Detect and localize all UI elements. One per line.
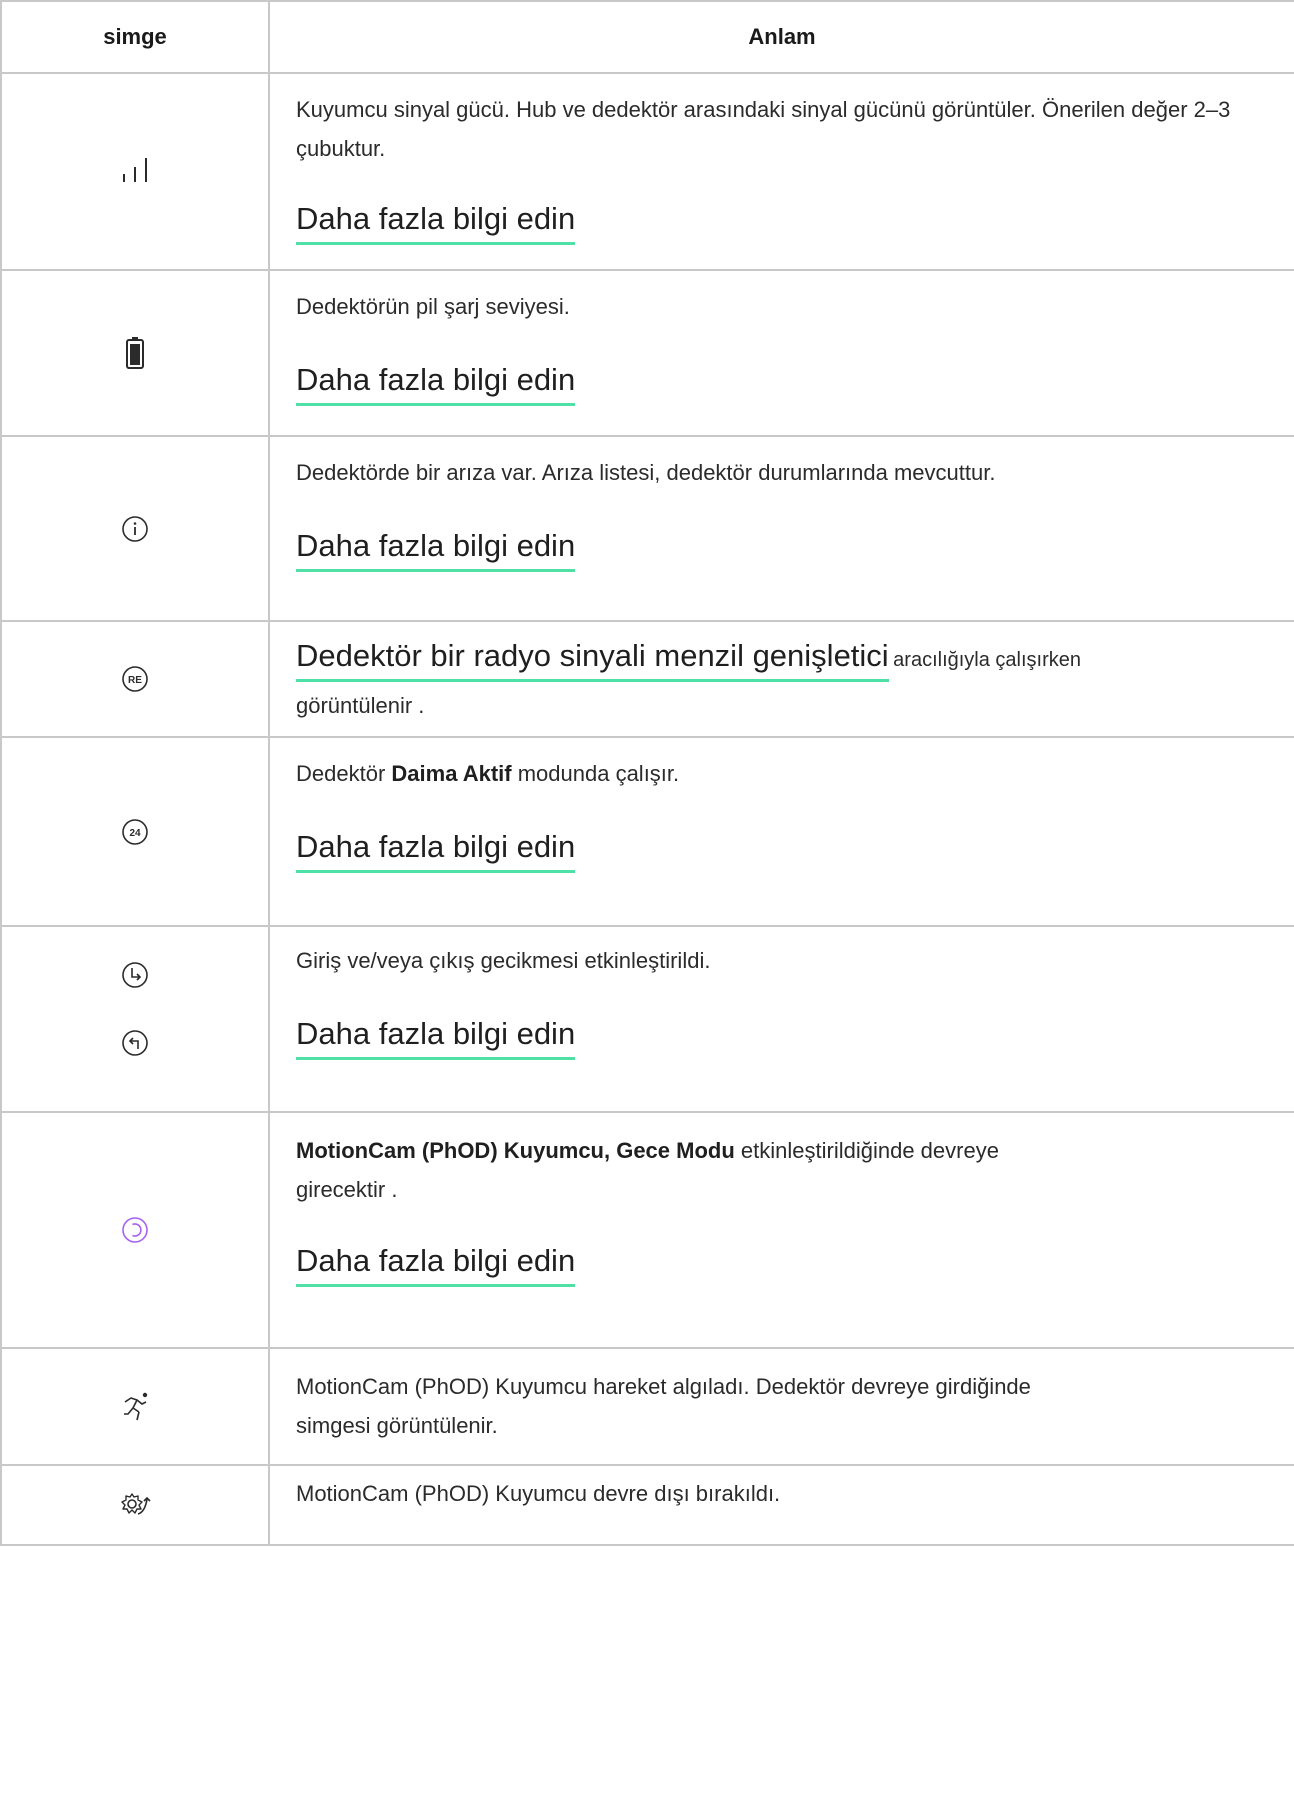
description: Dedektörün pil şarj seviyesi. bbox=[296, 294, 570, 319]
table-row: MotionCam (PhOD) Kuyumcu, Gece Modu etki… bbox=[0, 1111, 1294, 1349]
icon-cell: RE bbox=[0, 620, 270, 738]
night-mode-icon bbox=[120, 1215, 150, 1245]
meaning-cell: Dedektörde bir arıza var. Arıza listesi,… bbox=[268, 435, 1294, 622]
meaning-cell: Giriş ve/veya çıkış gecikmesi etkinleşti… bbox=[268, 925, 1294, 1113]
mode-name: MotionCam (PhOD) Kuyumcu, Gece Modu bbox=[296, 1138, 735, 1163]
entry-delay-icon bbox=[120, 960, 150, 990]
meaning-cell: Dedektör Daima Aktif modunda çalışır. Da… bbox=[268, 736, 1294, 927]
range-extender-link[interactable]: Dedektör bir radyo sinyali menzil genişl… bbox=[296, 634, 889, 682]
learn-more-link[interactable]: Daha fazla bilgi edin bbox=[296, 358, 576, 406]
icon-cell bbox=[0, 1347, 270, 1466]
mode-name: Daima Aktif bbox=[391, 761, 512, 786]
exit-delay-icon bbox=[120, 1028, 150, 1058]
description: MotionCam (PhOD) Kuyumcu, Gece Modu etki… bbox=[296, 1138, 999, 1202]
description: Dedektörde bir arıza var. Arıza listesi,… bbox=[296, 460, 996, 485]
table-row: Dedektörün pil şarj seviyesi. Daha fazla… bbox=[0, 269, 1294, 437]
header-meaning-column: Anlam bbox=[268, 0, 1294, 74]
description: Giriş ve/veya çıkış gecikmesi etkinleşti… bbox=[296, 948, 711, 973]
description-line2: görüntülenir . bbox=[296, 693, 425, 718]
meaning-cell: MotionCam (PhOD) Kuyumcu, Gece Modu etki… bbox=[268, 1111, 1294, 1349]
svg-text:24: 24 bbox=[129, 828, 141, 839]
icons-table: simge Anlam Kuyumcu sinyal gücü. Hub ve … bbox=[0, 0, 1294, 1546]
battery-icon bbox=[120, 336, 150, 370]
icon-cell bbox=[0, 1464, 270, 1546]
info-icon bbox=[120, 514, 150, 544]
disarmed-gear-icon bbox=[118, 1490, 152, 1520]
table-row: Dedektörde bir arıza var. Arıza listesi,… bbox=[0, 435, 1294, 622]
meaning-cell: Dedektörün pil şarj seviyesi. Daha fazla… bbox=[268, 269, 1294, 437]
description: MotionCam (PhOD) Kuyumcu devre dışı bıra… bbox=[296, 1481, 781, 1506]
re-icon: RE bbox=[120, 664, 150, 694]
learn-more-link[interactable]: Daha fazla bilgi edin bbox=[296, 524, 576, 572]
icon-cell bbox=[0, 1111, 270, 1349]
icon-cell bbox=[0, 925, 270, 1113]
description: aracılığıyla çalışırken bbox=[893, 649, 1082, 671]
description: Kuyumcu sinyal gücü. Hub ve dedektör ara… bbox=[296, 97, 1231, 161]
meaning-cell: MotionCam (PhOD) Kuyumcu devre dışı bıra… bbox=[268, 1464, 1294, 1546]
table-header-row: simge Anlam bbox=[0, 0, 1294, 74]
header-icon-column: simge bbox=[0, 0, 270, 74]
meaning-cell: Kuyumcu sinyal gücü. Hub ve dedektör ara… bbox=[268, 72, 1294, 271]
svg-text:RE: RE bbox=[128, 675, 142, 686]
table-row: MotionCam (PhOD) Kuyumcu devre dışı bıra… bbox=[0, 1464, 1294, 1546]
motion-detected-icon bbox=[118, 1390, 152, 1424]
learn-more-link[interactable]: Daha fazla bilgi edin bbox=[296, 197, 576, 245]
icon-cell bbox=[0, 72, 270, 271]
learn-more-link[interactable]: Daha fazla bilgi edin bbox=[296, 1239, 576, 1287]
signal-bars-icon bbox=[115, 152, 155, 192]
icon-cell: 24 bbox=[0, 736, 270, 927]
description: MotionCam (PhOD) Kuyumcu hareket algılad… bbox=[296, 1374, 1031, 1438]
icon-cell bbox=[0, 269, 270, 437]
learn-more-link[interactable]: Daha fazla bilgi edin bbox=[296, 825, 576, 873]
meaning-cell: MotionCam (PhOD) Kuyumcu hareket algılad… bbox=[268, 1347, 1294, 1466]
24h-icon: 24 bbox=[120, 817, 150, 847]
table-row: MotionCam (PhOD) Kuyumcu hareket algılad… bbox=[0, 1347, 1294, 1466]
table-row: Kuyumcu sinyal gücü. Hub ve dedektör ara… bbox=[0, 72, 1294, 271]
meaning-cell: Dedektör bir radyo sinyali menzil genişl… bbox=[268, 620, 1294, 738]
table-row: RE Dedektör bir radyo sinyali menzil gen… bbox=[0, 620, 1294, 738]
table-row: Giriş ve/veya çıkış gecikmesi etkinleşti… bbox=[0, 925, 1294, 1113]
learn-more-link[interactable]: Daha fazla bilgi edin bbox=[296, 1012, 576, 1060]
icon-cell bbox=[0, 435, 270, 622]
table-row: 24 Dedektör Daima Aktif modunda çalışır.… bbox=[0, 736, 1294, 927]
description: Dedektör Daima Aktif modunda çalışır. bbox=[296, 761, 680, 786]
